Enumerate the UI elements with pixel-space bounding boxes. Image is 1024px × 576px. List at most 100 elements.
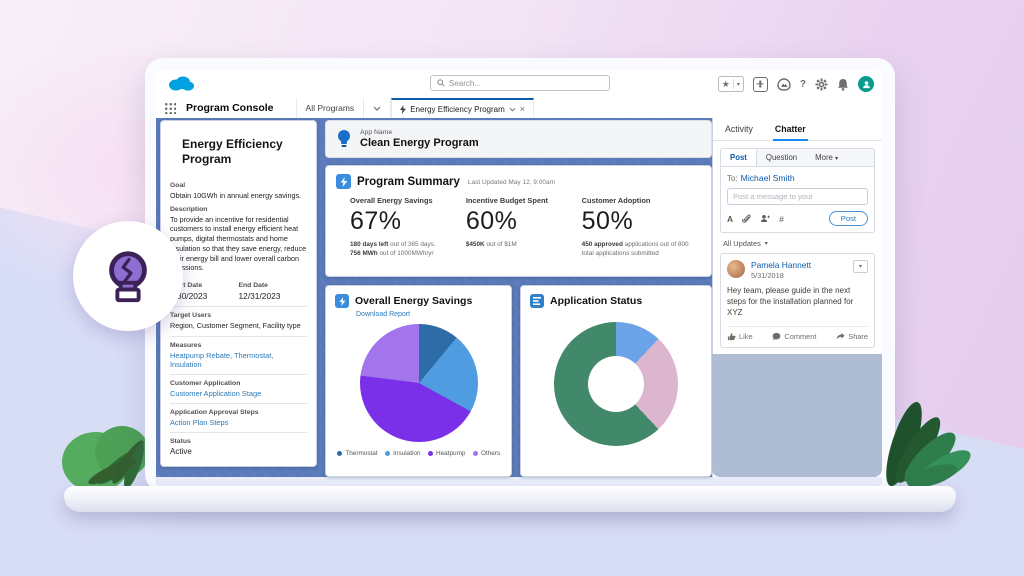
- message-input[interactable]: Post a message to your: [727, 188, 868, 205]
- customer-application-link[interactable]: Customer Application Stage: [170, 389, 307, 398]
- tab-active-label: Energy Efficiency Program: [410, 105, 505, 114]
- favorites-caret-icon: ▾: [737, 81, 740, 88]
- chatter-composer: Post Question More ▾ To:Michael Smith Po…: [720, 148, 875, 233]
- summary-metrics: Overall Energy Savings 67% 180 days left…: [336, 196, 701, 259]
- panel-tabs: Activity Chatter: [713, 118, 882, 141]
- composer-toolbar: A # Post: [727, 211, 868, 226]
- to-line: To:Michael Smith: [727, 173, 868, 183]
- like-button[interactable]: Like: [727, 332, 753, 341]
- tab-activity[interactable]: Activity: [725, 124, 753, 134]
- legend-item: Insulation: [385, 450, 421, 457]
- description-value: To provide an incentive for residential …: [170, 215, 307, 273]
- legend-dot: [337, 451, 343, 457]
- goal-label: Goal: [170, 182, 307, 189]
- legend-label: Heatpump: [436, 450, 466, 457]
- user-avatar[interactable]: [858, 76, 874, 92]
- post-body: Hey team, please guide in the next steps…: [727, 285, 868, 319]
- author-name[interactable]: Pamela Hannett: [751, 260, 811, 270]
- app-header: App Name Clean Energy Program: [325, 120, 712, 158]
- post-date: 5/31/2018: [751, 271, 811, 280]
- post-actions: Like Comment Share: [727, 326, 868, 341]
- metric-subtext: $450K out of $1M: [466, 240, 574, 249]
- search-placeholder: Search...: [449, 79, 481, 88]
- format-text-icon[interactable]: A: [727, 214, 733, 224]
- laptop-base: [64, 486, 956, 512]
- legend-dot: [428, 451, 434, 457]
- laptop-screen: Search... ★ ▾ ? Program Cons: [156, 70, 882, 488]
- favorites-button[interactable]: ★ ▾: [718, 76, 744, 92]
- chart-bolt-icon: [335, 294, 349, 308]
- author-avatar[interactable]: [727, 260, 745, 278]
- summary-bolt-icon: [336, 174, 351, 189]
- feed-filter-label: All Updates: [723, 239, 761, 248]
- salesforce-logo: [166, 74, 196, 94]
- legend-label: Thermostat: [345, 450, 377, 457]
- summary-updated: Last Updated May 12, 9:00am: [468, 179, 555, 186]
- download-report-link[interactable]: Download Report: [356, 311, 502, 318]
- energy-savings-pie-chart[interactable]: [360, 324, 478, 442]
- feed-filter[interactable]: All Updates ▾: [723, 239, 872, 248]
- metric-subtext: 180 days left out of 365 days. 756 MWh o…: [350, 240, 458, 259]
- tab-all-programs[interactable]: All Programs: [296, 98, 364, 118]
- target-users-value: Region, Customer Segment, Facility type: [170, 321, 307, 331]
- add-person-icon[interactable]: [760, 214, 770, 223]
- goal-value: Obtain 10GWh in annual energy savings.: [170, 191, 307, 201]
- tab-energy-efficiency-program[interactable]: Energy Efficiency Program ×: [391, 98, 534, 118]
- tab-all-programs-caret[interactable]: [363, 98, 391, 118]
- metric-value: 50%: [582, 207, 690, 236]
- thumbs-up-icon: [727, 332, 736, 341]
- setup-gear-icon[interactable]: [815, 78, 828, 91]
- hashtag-icon[interactable]: #: [779, 214, 784, 224]
- metric-budget-spent: Incentive Budget Spent 60% $450K out of …: [466, 196, 582, 259]
- share-button[interactable]: Share: [836, 332, 868, 341]
- app-launcher-icon[interactable]: [164, 102, 176, 114]
- metric-energy-savings: Overall Energy Savings 67% 180 days left…: [350, 196, 466, 259]
- help-icon[interactable]: ?: [800, 79, 806, 90]
- summary-title: Program Summary: [357, 176, 460, 188]
- to-recipient[interactable]: Michael Smith: [741, 173, 795, 183]
- attach-icon[interactable]: [742, 214, 751, 224]
- tab-chatter[interactable]: Chatter: [775, 124, 806, 134]
- legend-dot: [385, 451, 391, 457]
- application-status-chart-card: Application Status: [520, 285, 712, 477]
- measures-label: Measures: [170, 342, 307, 349]
- composer-tab-question[interactable]: Question: [757, 149, 806, 166]
- metric-label: Overall Energy Savings: [350, 196, 458, 205]
- application-status-donut-chart[interactable]: [554, 322, 678, 446]
- approval-steps-label: Application Approval Steps: [170, 409, 307, 416]
- app-name-value: Clean Energy Program: [360, 137, 479, 149]
- notification-bell-icon[interactable]: [837, 78, 849, 91]
- scene: Search... ★ ▾ ? Program Cons: [0, 0, 1024, 576]
- composer-tab-more[interactable]: More ▾: [806, 149, 847, 166]
- header-utility-icons: ★ ▾ ?: [718, 74, 874, 94]
- search-input[interactable]: Search...: [430, 75, 610, 91]
- fern-decoration: [872, 388, 976, 498]
- share-icon: [836, 332, 845, 341]
- console-main: Energy Efficiency Program Goal Obtain 10…: [156, 118, 882, 488]
- divider: [170, 374, 307, 375]
- post-button[interactable]: Post: [829, 211, 868, 226]
- program-detail-panel: Energy Efficiency Program Goal Obtain 10…: [160, 120, 317, 467]
- bolt-icon: [400, 105, 406, 114]
- console-nav: Program Console All Programs Energy Effi…: [156, 98, 882, 119]
- program-title: Energy Efficiency Program: [170, 127, 307, 177]
- approval-steps-link[interactable]: Action Plan Steps: [170, 418, 307, 427]
- end-date-value: 12/31/2023: [239, 291, 308, 301]
- status-label: Status: [170, 438, 307, 445]
- search-icon: [437, 79, 445, 87]
- chart-title: Application Status: [550, 295, 642, 307]
- tab-close-icon[interactable]: ×: [520, 104, 525, 114]
- post-menu-button[interactable]: ▾: [853, 260, 868, 273]
- quick-create-icon[interactable]: [753, 77, 768, 92]
- comment-icon: [772, 332, 781, 341]
- measures-link[interactable]: Heatpump Rebate, Thermostat, Insulation: [170, 351, 307, 369]
- trailhead-icon[interactable]: [777, 78, 791, 91]
- chevron-down-icon: [373, 106, 381, 111]
- composer-tab-post[interactable]: Post: [721, 149, 757, 166]
- chevron-down-icon[interactable]: [509, 107, 516, 112]
- divider: [170, 336, 307, 337]
- pie-legend: Thermostat Insulation Heatpump Others: [335, 450, 502, 457]
- status-value: Active: [170, 447, 307, 458]
- person-icon: [862, 80, 871, 89]
- comment-button[interactable]: Comment: [772, 332, 816, 341]
